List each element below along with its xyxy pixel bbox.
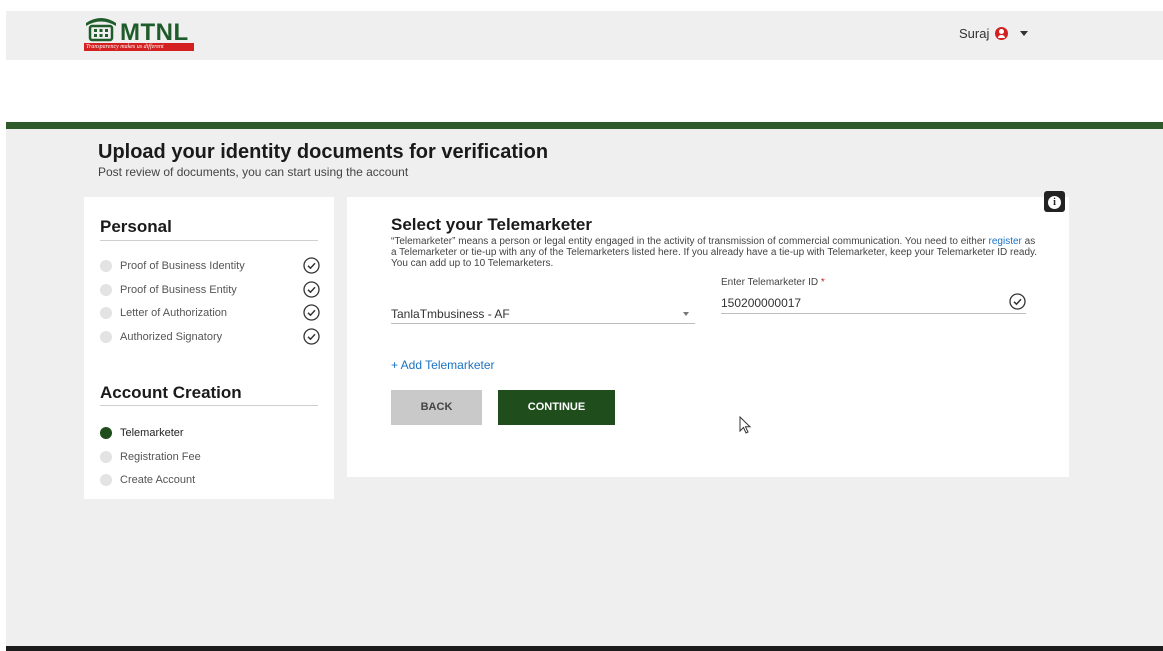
step-dot: [100, 451, 112, 463]
top-header: MTNL Transparency makes us different Sur…: [6, 11, 1163, 60]
sidebar-item-label: Create Account: [120, 474, 196, 486]
sidebar-item-proof-of-business-entity[interactable]: Proof of Business Entity: [100, 281, 320, 299]
user-name: Suraj: [959, 26, 990, 41]
green-divider-bar: [6, 122, 1163, 129]
page-subtitle: Post review of documents, you can start …: [98, 165, 409, 179]
sidebar-item-label: Letter of Authorization: [120, 307, 228, 319]
footer-bar: [6, 646, 1163, 651]
check-circle-icon: [303, 281, 320, 298]
banner-strip: [6, 60, 1163, 122]
continue-button[interactable]: CONTINUE: [498, 390, 615, 425]
sidebar-item-label: Registration Fee: [120, 451, 201, 463]
telemarketer-select[interactable]: TanlaTmbusiness - AF: [391, 303, 695, 324]
divider: [100, 240, 318, 241]
telemarketer-id-value: 150200000017: [721, 296, 802, 310]
required-mark: *: [820, 277, 825, 288]
user-avatar-icon: [995, 27, 1009, 40]
back-button[interactable]: BACK: [391, 390, 482, 425]
info-glyph: i: [1048, 196, 1061, 209]
dropdown-arrow-icon: [683, 312, 689, 316]
add-telemarketer-link[interactable]: + Add Telemarketer: [391, 358, 495, 372]
caret-down-icon: [1020, 31, 1029, 36]
register-link[interactable]: register: [989, 236, 1022, 247]
step-dot: [100, 474, 112, 486]
telemarketer-id-label: Enter Telemarketer ID *: [721, 277, 825, 288]
sidebar-item-label: Telemarketer: [120, 427, 184, 439]
sidebar-item-label: Authorized Signatory: [120, 331, 223, 343]
account-creation-heading: Account Creation: [100, 383, 242, 402]
sidebar-item-letter-of-authorization[interactable]: Letter of Authorization: [100, 304, 320, 322]
app-frame: MTNL Transparency makes us different Sur…: [6, 11, 1163, 651]
steps-sidebar: Personal Proof of Business Identity Proo…: [84, 197, 334, 499]
telemarketer-card: Select your Telemarketer “Telemarketer” …: [347, 197, 1069, 477]
divider: [100, 405, 318, 406]
sidebar-item-registration-fee[interactable]: Registration Fee: [100, 448, 320, 466]
check-circle-icon: [303, 257, 320, 274]
sidebar-item-proof-of-business-identity[interactable]: Proof of Business Identity: [100, 257, 320, 275]
telemarketer-id-field[interactable]: 150200000017: [721, 292, 1026, 314]
check-circle-icon: [303, 304, 320, 321]
sidebar-item-authorized-signatory[interactable]: Authorized Signatory: [100, 328, 320, 346]
step-dot: [100, 307, 112, 319]
id-label-text: Enter Telemarketer ID: [721, 277, 819, 288]
telemarketer-description: “Telemarketer” means a person or legal e…: [391, 236, 1041, 269]
sidebar-item-create-account[interactable]: Create Account: [100, 471, 320, 489]
logo-tagline: Transparency makes us different: [84, 43, 194, 51]
card-title: Select your Telemarketer: [391, 215, 592, 234]
desc-text: “Telemarketer” means a person or legal e…: [391, 236, 989, 247]
step-dot: [100, 284, 112, 296]
step-dot: [100, 331, 112, 343]
page-title: Upload your identity documents for verif…: [98, 141, 549, 163]
step-dot: [100, 260, 112, 272]
check-circle-icon: [1009, 293, 1026, 310]
sidebar-item-label: Proof of Business Identity: [120, 260, 245, 272]
check-circle-icon: [303, 328, 320, 345]
personal-heading: Personal: [100, 217, 172, 236]
info-icon[interactable]: i: [1044, 191, 1065, 212]
active-step-dot: [100, 427, 112, 439]
mouse-cursor-icon: [739, 416, 752, 434]
telemarketer-select-value: TanlaTmbusiness - AF: [391, 307, 510, 321]
logo-mark-icon: [86, 18, 116, 42]
mtnl-logo[interactable]: MTNL Transparency makes us different: [84, 15, 194, 55]
sidebar-item-label: Proof of Business Entity: [120, 284, 237, 296]
user-menu[interactable]: Suraj: [959, 26, 1029, 41]
sidebar-item-telemarketer[interactable]: Telemarketer: [100, 424, 320, 442]
